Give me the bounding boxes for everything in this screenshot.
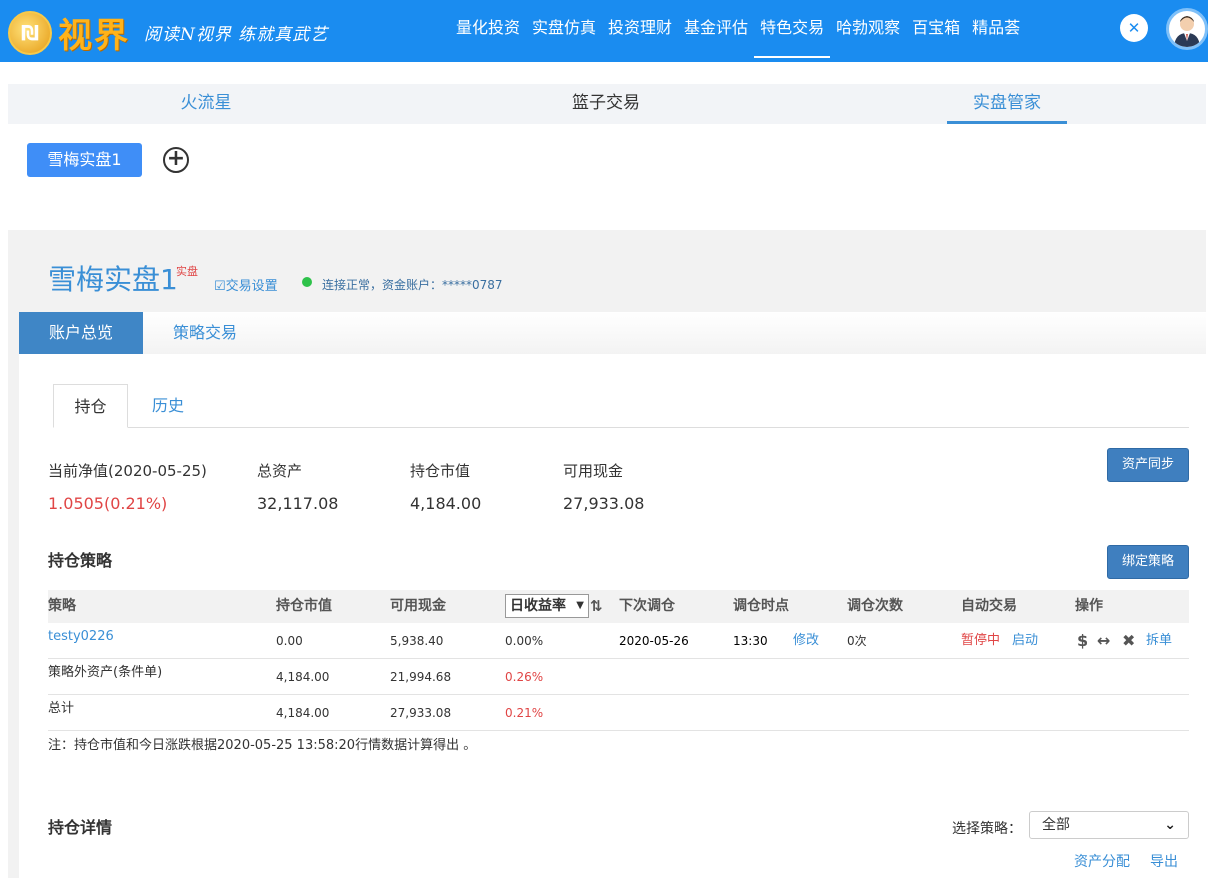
edit-time-link[interactable]: 修改 bbox=[793, 623, 819, 659]
edit-icon: ☑ bbox=[214, 279, 226, 294]
connection-status: 连接正常，资金账户：*****0787 bbox=[322, 278, 503, 292]
stat-value-cash: 27,933.08 bbox=[563, 494, 645, 513]
user-avatar-icon bbox=[1174, 16, 1200, 47]
table-row: testy0226 0.00 5,938.40 0.00% 2020-05-26… bbox=[48, 623, 1189, 659]
stat-label-market-value: 持仓市值 bbox=[410, 462, 471, 480]
holdings-details-title: 持仓详情 bbox=[48, 818, 113, 837]
cell-market-value: 4,184.00 bbox=[276, 706, 330, 720]
stat-value-total-assets: 32,117.08 bbox=[257, 494, 339, 513]
connection-status-icon bbox=[302, 277, 312, 287]
live-tag: 实盘 bbox=[176, 265, 198, 278]
add-account-icon[interactable]: + bbox=[163, 147, 189, 173]
split-order-link[interactable]: 拆单 bbox=[1146, 623, 1172, 659]
sync-assets-button[interactable]: 资产同步 bbox=[1107, 448, 1189, 482]
tab-account-overview[interactable]: 账户总览 bbox=[19, 312, 143, 354]
strategy-link[interactable]: testy0226 bbox=[48, 619, 114, 655]
account-selector-row: 雪梅实盘1 + bbox=[8, 124, 1206, 230]
nav-item-special-trade[interactable]: 特色交易 bbox=[754, 0, 831, 62]
export-link[interactable]: 导出 bbox=[1150, 851, 1178, 871]
cell-market-value: 4,184.00 bbox=[276, 670, 330, 684]
stat-label-total-assets: 总资产 bbox=[257, 462, 303, 480]
strategy-filter-value: 全部 bbox=[1042, 817, 1070, 833]
th-next-rebalance: 下次调仓 bbox=[619, 598, 675, 614]
cell-rebalance-count: 0次 bbox=[847, 634, 867, 648]
table-row: 总计 4,184.00 27,933.08 0.21% bbox=[48, 695, 1189, 731]
main-nav: 量化投资 实盘仿真 投资理财 基金评估 特色交易 哈勃观察 百宝箱 精品荟 bbox=[450, 0, 1026, 62]
account-title: 雪梅实盘1 bbox=[48, 263, 178, 296]
nav-item-toolbox[interactable]: 百宝箱 bbox=[906, 0, 966, 62]
table-header: 策略 持仓市值 可用现金 日收益率 ▼ ⇅ 下次调仓 调仓时点 调仓次数 自动交… bbox=[48, 590, 1189, 623]
nav-item-quant[interactable]: 量化投资 bbox=[450, 0, 526, 62]
subtab-live-manager[interactable]: 实盘管家 bbox=[947, 84, 1067, 124]
subtab-meteor[interactable]: 火流星 bbox=[146, 84, 266, 124]
th-auto-trade: 自动交易 bbox=[961, 598, 1017, 614]
cell-daily-return: 0.00% bbox=[505, 634, 544, 648]
chevron-down-icon: ⌄ bbox=[1164, 817, 1176, 833]
cell-rebalance-time: 13:30 bbox=[733, 634, 768, 648]
sub-tabs: 火流星 篮子交易 实盘管家 bbox=[8, 84, 1206, 124]
panel-tabs-divider bbox=[53, 427, 1189, 428]
nav-item-premium[interactable]: 精品荟 bbox=[966, 0, 1026, 62]
daily-return-label: 日收益率 bbox=[510, 598, 566, 614]
th-actions: 操作 bbox=[1075, 598, 1103, 614]
nav-item-live-sim[interactable]: 实盘仿真 bbox=[526, 0, 602, 62]
sort-icon[interactable]: ⇅ bbox=[590, 590, 603, 623]
strategy-filter-label: 选择策略： bbox=[952, 821, 1022, 837]
th-cash: 可用现金 bbox=[390, 598, 446, 614]
logo-emblem-icon: ₪ bbox=[8, 10, 52, 55]
nav-item-fund-eval[interactable]: 基金评估 bbox=[678, 0, 754, 62]
stat-label-nav: 当前净值(2020-05-25) bbox=[48, 462, 207, 480]
stat-value-nav: 1.0505(0.21%) bbox=[48, 494, 168, 513]
swap-arrows-icon[interactable]: ↔ bbox=[1097, 623, 1110, 659]
row-label: 策略外资产(条件单) bbox=[48, 665, 163, 680]
row-label: 总计 bbox=[48, 701, 75, 716]
table-row: 策略外资产(条件单) 4,184.00 21,994.68 0.26% bbox=[48, 659, 1189, 695]
avatar[interactable] bbox=[1166, 8, 1208, 50]
tab-history[interactable]: 历史 bbox=[140, 384, 196, 428]
strategy-filter-select[interactable]: 全部 ⌄ bbox=[1029, 811, 1189, 839]
logo-slogan: 阅读N视界 练就真武艺 bbox=[144, 25, 329, 45]
start-auto-trade-link[interactable]: 启动 bbox=[1012, 623, 1038, 659]
cell-market-value: 0.00 bbox=[276, 634, 303, 648]
caret-down-icon: ▼ bbox=[576, 600, 584, 611]
account-chip[interactable]: 雪梅实盘1 bbox=[27, 143, 142, 177]
subtab-basket-trade[interactable]: 篮子交易 bbox=[546, 84, 666, 124]
daily-return-select[interactable]: 日收益率 ▼ bbox=[505, 594, 589, 618]
logo[interactable]: ₪ 视界 阅读N视界 练就真武艺 bbox=[8, 8, 328, 57]
tools-icon[interactable]: ✕ bbox=[1120, 14, 1148, 42]
dollar-icon[interactable]: $ bbox=[1077, 623, 1088, 659]
footnote: 注：持仓市值和今日涨跌根据2020-05-25 13:58:20行情数据计算得出… bbox=[48, 738, 477, 753]
cell-cash: 5,938.40 bbox=[390, 634, 444, 648]
stat-value-market-value: 4,184.00 bbox=[410, 494, 482, 513]
th-rebalance-count: 调仓次数 bbox=[847, 598, 903, 614]
trade-settings-link[interactable]: ☑交易设置 bbox=[214, 275, 278, 294]
tab-positions[interactable]: 持仓 bbox=[53, 384, 128, 428]
auto-trade-status: 暂停中 bbox=[961, 633, 1001, 648]
stat-label-cash: 可用现金 bbox=[563, 462, 624, 480]
holdings-strategy-title: 持仓策略 bbox=[48, 551, 113, 570]
cell-daily-return: 0.26% bbox=[505, 670, 544, 684]
asset-allocation-link[interactable]: 资产分配 bbox=[1074, 851, 1130, 871]
top-header: ₪ 视界 阅读N视界 练就真武艺 量化投资 实盘仿真 投资理财 基金评估 特色交… bbox=[0, 0, 1208, 62]
cell-daily-return: 0.21% bbox=[505, 706, 544, 720]
cell-cash: 27,933.08 bbox=[390, 706, 452, 720]
main-tabs: 账户总览 策略交易 bbox=[19, 312, 1206, 354]
th-market-value: 持仓市值 bbox=[276, 598, 332, 614]
trade-settings-label: 交易设置 bbox=[225, 279, 278, 294]
delete-icon[interactable]: ✖ bbox=[1122, 623, 1135, 659]
nav-item-hubble[interactable]: 哈勃观察 bbox=[830, 0, 906, 62]
th-rebalance-time: 调仓时点 bbox=[733, 598, 789, 614]
logo-text: 视界 bbox=[58, 16, 130, 56]
tab-strategy-trade[interactable]: 策略交易 bbox=[143, 312, 267, 354]
cell-next-rebalance: 2020-05-26 bbox=[619, 634, 689, 648]
nav-item-wealth[interactable]: 投资理财 bbox=[602, 0, 678, 62]
cell-cash: 21,994.68 bbox=[390, 670, 452, 684]
bind-strategy-button[interactable]: 绑定策略 bbox=[1107, 545, 1189, 579]
